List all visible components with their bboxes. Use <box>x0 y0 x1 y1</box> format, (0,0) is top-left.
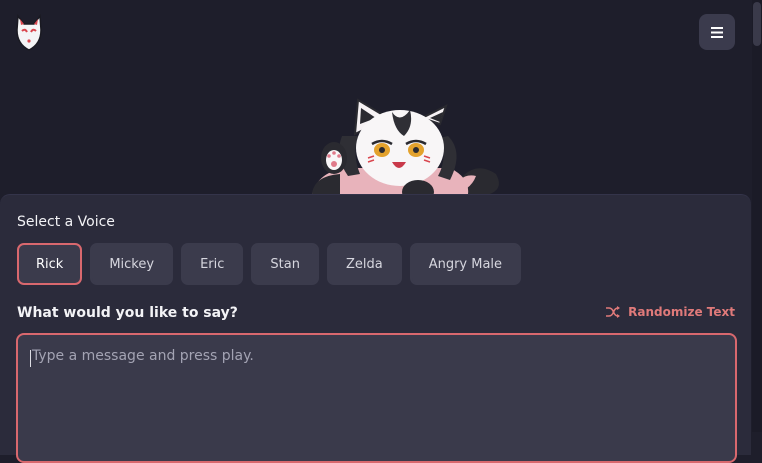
menu-button[interactable] <box>699 14 735 50</box>
message-textarea[interactable]: Type a message and press play. <box>16 333 737 463</box>
voice-panel: Select a Voice Rick Mickey Eric Stan Zel… <box>0 194 751 463</box>
voice-button-zelda[interactable]: Zelda <box>326 243 402 285</box>
voice-options: Rick Mickey Eric Stan Zelda Angry Male <box>17 243 522 285</box>
page-scrollbar[interactable] <box>752 0 762 432</box>
voice-button-rick[interactable]: Rick <box>17 243 83 285</box>
text-caret <box>30 350 31 367</box>
randomize-text-label: Randomize Text <box>628 305 735 319</box>
fox-mascot <box>300 96 505 206</box>
message-label: What would you like to say? <box>17 305 238 321</box>
hamburger-menu-icon <box>711 26 723 38</box>
logo-icon[interactable] <box>14 13 44 52</box>
voice-button-eric[interactable]: Eric <box>181 243 244 285</box>
voice-button-stan[interactable]: Stan <box>251 243 319 285</box>
randomize-text-button[interactable]: Randomize Text <box>605 305 735 319</box>
message-placeholder: Type a message and press play. <box>32 348 254 364</box>
voice-button-mickey[interactable]: Mickey <box>90 243 174 285</box>
select-voice-label: Select a Voice <box>17 214 115 230</box>
voice-button-angry-male[interactable]: Angry Male <box>409 243 522 285</box>
shuffle-icon <box>606 306 621 318</box>
scrollbar-thumb[interactable] <box>753 2 761 46</box>
